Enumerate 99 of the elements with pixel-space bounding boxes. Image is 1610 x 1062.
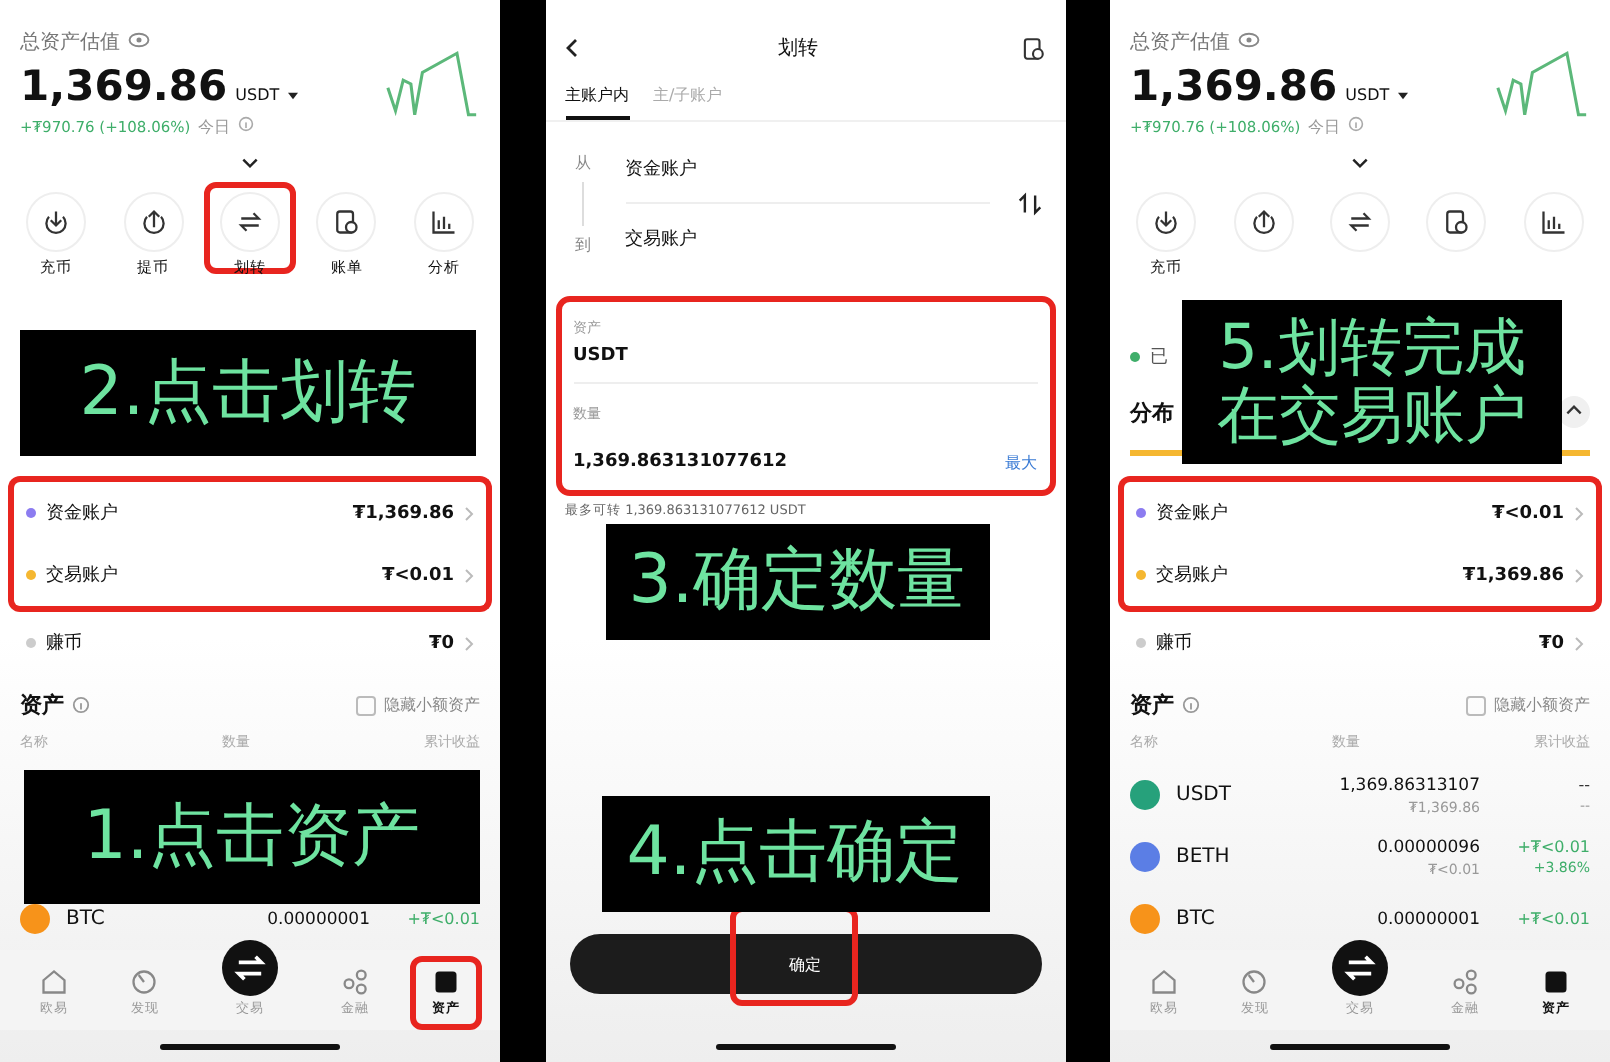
account-amount: ₮<0.01 [381,565,454,585]
total-balance: 1,369.86 [20,62,228,110]
bill-icon [1442,208,1471,236]
eye-icon[interactable] [128,32,150,48]
account-name: 资金账户 [1156,501,1230,526]
clock-icon [1240,968,1269,996]
coin-amount: 1,369.86313107 [1339,775,1480,795]
account-name: 资金账户 [46,501,120,526]
account-name: 交易账户 [1156,563,1230,588]
checkbox-label: 隐藏小额资产 [1494,694,1590,716]
swap-icon[interactable] [1017,191,1041,215]
coin-gain: +₮<0.01 [1517,838,1590,856]
back-icon[interactable] [565,38,577,58]
history-icon[interactable] [1019,35,1045,61]
step-caption: 4.点击确定 [601,796,989,912]
from-label: 从 [575,151,591,173]
info-icon[interactable] [238,116,255,132]
to-label: 到 [575,233,591,255]
account-name: 赚币 [1156,631,1194,656]
coin-gain: -- [1578,776,1590,794]
step-caption: 5.划转完成 在交易账户 [1182,300,1562,464]
info-icon[interactable] [1182,696,1200,714]
chevron-right-icon [464,567,474,583]
account-selector[interactable]: 资金账户 [625,134,989,204]
account-row[interactable]: 交易账户 ₮1,369.86 [1118,544,1602,612]
home-icon [39,968,68,996]
coin-name: BTC [66,908,107,930]
assets-title: 资产 [1130,690,1174,720]
coin-amount: 0.00000001 [267,909,370,929]
account-row[interactable]: 赚币 ₮0 [1118,612,1602,674]
coin-name: USDT [1176,784,1233,806]
chevron-down-icon[interactable] [240,156,260,170]
account-row[interactable]: 资金账户 ₮1,369.86 [8,476,492,544]
asset-selector[interactable]: USDT [573,346,1037,384]
chevron-up-icon [1564,402,1584,418]
checkbox[interactable] [356,695,376,715]
deposit-icon [1152,208,1181,236]
caret-icon[interactable] [287,92,298,100]
account-row[interactable]: 赚币 ₮0 [8,612,492,674]
assets-title: 资产 [20,690,64,720]
total-balance: 1,369.86 [1130,62,1338,110]
chevron-right-icon [1574,635,1584,651]
coin-gain: +₮<0.01 [407,910,480,928]
wallet-icon [432,968,461,996]
chevron-right-icon [1574,505,1584,521]
info-icon[interactable] [1348,116,1365,132]
amount-field[interactable]: 1,369.863131077612 [573,452,788,474]
coin-name: BTC [1176,908,1217,930]
wallet-icon [1542,968,1571,996]
account-selector[interactable]: 交易账户 [625,204,989,272]
step-caption: 2.点击划转 [20,330,476,456]
deposit-icon [42,208,71,236]
tab[interactable]: 主账户内 [565,80,629,120]
account-amount: ₮0 [1538,633,1564,653]
bar-chart-icon [429,208,458,236]
coin-amount: 0.00000001 [1377,909,1480,929]
transfer-icon [235,208,264,236]
account-name: 赚币 [46,631,84,656]
account-name: 交易账户 [46,563,120,588]
currency-selector[interactable]: USDT [1345,86,1390,104]
chevron-right-icon [1574,567,1584,583]
account-row[interactable]: 资金账户 ₮<0.01 [1118,476,1602,544]
currency-selector[interactable]: USDT [235,86,280,104]
home-icon [1149,968,1178,996]
notice-text: 已 [1150,345,1168,369]
checkbox[interactable] [1466,695,1486,715]
caret-icon[interactable] [1397,92,1408,100]
clock-icon [130,968,159,996]
withdraw-icon [139,208,168,236]
bar-chart-icon [1539,208,1568,236]
info-icon[interactable] [72,696,90,714]
total-label: 总资产估值 [20,29,120,56]
step-caption: 3.确定数量 [605,524,989,640]
period-label: 今日 [198,116,231,138]
account-amount: ₮0 [428,633,454,653]
account-row[interactable]: 交易账户 ₮<0.01 [8,544,492,612]
chevron-right-icon [464,635,474,651]
distribution-title: 分布 [1130,397,1174,427]
circles-icon [1451,968,1480,996]
page-title: 划转 [778,35,818,62]
account-amount: ₮<0.01 [1491,503,1564,523]
coin-gain: +₮<0.01 [1517,910,1590,928]
circles-icon [341,968,370,996]
period-label: 今日 [1308,116,1341,138]
step-caption: 1.点击资产 [24,770,480,904]
confirm-button[interactable]: 确定 [569,934,1041,994]
coin-name: BETH [1176,846,1232,868]
eye-icon[interactable] [1238,32,1260,48]
max-link[interactable]: 最大 [1005,452,1037,474]
chevron-right-icon [464,505,474,521]
transfer-icon [1345,208,1374,236]
chevron-down-icon[interactable] [1350,156,1370,170]
account-amount: ₮1,369.86 [1462,565,1564,585]
bill-icon [332,208,361,236]
checkbox-label: 隐藏小额资产 [384,694,480,716]
withdraw-icon [1249,208,1278,236]
total-label: 总资产估值 [1130,29,1230,56]
coin-amount: 0.00000096 [1377,837,1480,857]
account-amount: ₮1,369.86 [352,503,454,523]
